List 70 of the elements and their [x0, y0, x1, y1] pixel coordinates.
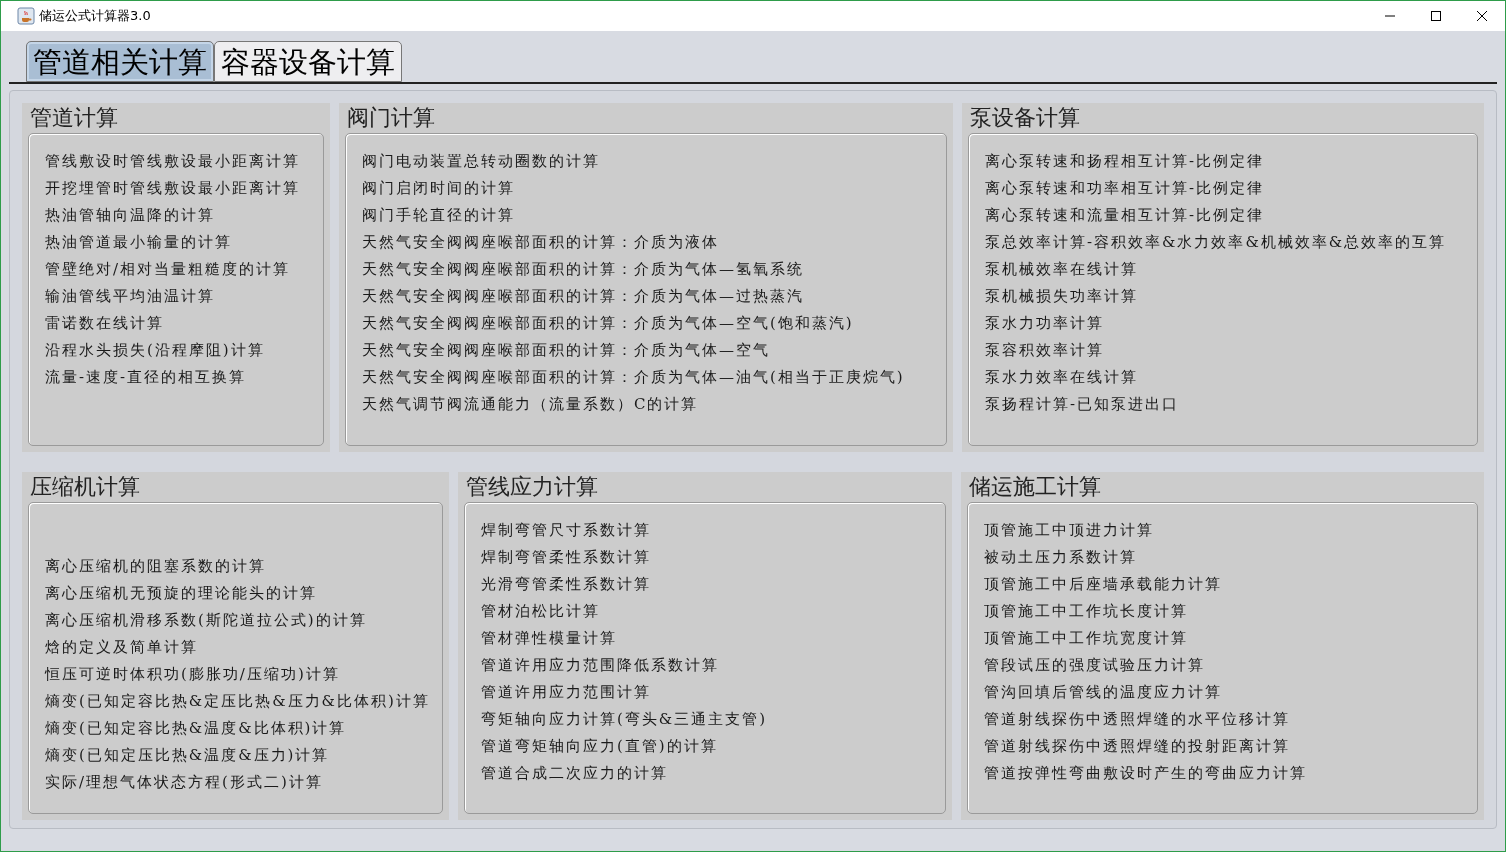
calculation-link[interactable]: 实际/理想气体状态方程(形式二)计算: [45, 768, 442, 796]
calculation-link[interactable]: 阀门启闭时间的计算: [362, 175, 946, 202]
calculation-link[interactable]: 焊制弯管柔性系数计算: [481, 543, 945, 571]
calculation-link[interactable]: 泵水力功率计算: [985, 310, 1477, 337]
calculation-link[interactable]: 离心压缩机无预旋的理论能头的计算: [45, 579, 442, 607]
panel-title: 压缩机计算: [29, 472, 141, 501]
calculation-link[interactable]: 顶管施工中工作坑长度计算: [984, 597, 1477, 625]
calculation-link[interactable]: 天然气安全阀阀座喉部面积的计算：介质为气体—空气(饱和蒸汽): [362, 310, 946, 337]
calculation-link[interactable]: 阀门手轮直径的计算: [362, 202, 946, 229]
calculation-link[interactable]: 熵变(已知定容比热&温度&比体积)计算: [45, 714, 442, 742]
calculation-link[interactable]: 管沟回填后管线的温度应力计算: [984, 678, 1477, 706]
calculation-link[interactable]: 泵总效率计算-容积效率&水力效率&机械效率&总效率的互算: [985, 229, 1477, 256]
calculation-link[interactable]: 焓的定义及简单计算: [45, 633, 442, 661]
calculation-link[interactable]: 管道按弹性弯曲敷设时产生的弯曲应力计算: [984, 759, 1477, 787]
panel-title: 泵设备计算: [969, 104, 1081, 132]
calculation-link[interactable]: 泵扬程计算-已知泵进出口: [985, 391, 1477, 418]
panel-title: 储运施工计算: [968, 472, 1102, 501]
calculation-link[interactable]: 管道射线探伤中透照焊缝的投射距离计算: [984, 732, 1477, 760]
calculation-link[interactable]: 沿程水头损失(沿程摩阻)计算: [45, 337, 323, 364]
calculation-link[interactable]: 泵水力效率在线计算: [985, 364, 1477, 391]
tab[interactable]: 容器设备计算: [214, 41, 402, 82]
calculation-link[interactable]: 雷诺数在线计算: [45, 310, 323, 337]
calculation-link[interactable]: 焊制弯管尺寸系数计算: [481, 516, 945, 544]
calculation-link[interactable]: 流量-速度-直径的相互换算: [45, 364, 323, 391]
tab[interactable]: 管道相关计算: [26, 41, 214, 82]
calculation-link[interactable]: 顶管施工中顶进力计算: [984, 516, 1477, 544]
calculation-link[interactable]: 管道许用应力范围计算: [481, 678, 945, 706]
app-icon: [17, 7, 35, 25]
panel-title: 管线应力计算: [465, 472, 599, 501]
calculation-link[interactable]: 管材弹性模量计算: [481, 624, 945, 652]
calculation-link[interactable]: 天然气安全阀阀座喉部面积的计算：介质为液体: [362, 229, 946, 256]
calculation-link[interactable]: 管段试压的强度试验压力计算: [984, 651, 1477, 679]
calculation-link[interactable]: 管道许用应力范围降低系数计算: [481, 651, 945, 679]
calculation-link[interactable]: 管壁绝对/相对当量粗糙度的计算: [45, 256, 323, 283]
calculation-link[interactable]: 熵变(已知定压比热&温度&压力)计算: [45, 741, 442, 769]
panel-title: 阀门计算: [346, 104, 436, 132]
calculation-link[interactable]: 管材泊松比计算: [481, 597, 945, 625]
calculation-link[interactable]: 天然气安全阀阀座喉部面积的计算：介质为气体—过热蒸汽: [362, 283, 946, 310]
calculation-link[interactable]: 管道合成二次应力的计算: [481, 759, 945, 787]
window-title: 储运公式计算器3.0: [39, 7, 151, 26]
calculation-link[interactable]: 阀门电动装置总转动圈数的计算: [362, 148, 946, 175]
calculation-link[interactable]: 泵机械损失功率计算: [985, 283, 1477, 310]
calculation-link[interactable]: 输油管线平均油温计算: [45, 283, 323, 310]
calculation-link[interactable]: 管线敷设时管线敷设最小距离计算: [45, 148, 323, 175]
calculation-link[interactable]: 泵机械效率在线计算: [985, 256, 1477, 283]
calculation-link[interactable]: 离心泵转速和功率相互计算-比例定律: [985, 175, 1477, 202]
panel-title: 管道计算: [29, 104, 119, 132]
calculation-link[interactable]: 被动土压力系数计算: [984, 543, 1477, 571]
calculation-link[interactable]: 天然气调节阀流通能力（流量系数）C的计算: [362, 391, 946, 418]
calculation-link[interactable]: 天然气安全阀阀座喉部面积的计算：介质为气体—油气(相当于正庚烷气): [362, 364, 946, 391]
calculation-link[interactable]: 管道射线探伤中透照焊缝的水平位移计算: [984, 705, 1477, 733]
calculation-link[interactable]: 管道弯矩轴向应力(直管)的计算: [481, 732, 945, 760]
calculation-link[interactable]: 泵容积效率计算: [985, 337, 1477, 364]
calculation-link[interactable]: 热油管轴向温降的计算: [45, 202, 323, 229]
calculation-link[interactable]: 天然气安全阀阀座喉部面积的计算：介质为气体—氢氧系统: [362, 256, 946, 283]
calculation-link[interactable]: 恒压可逆时体积功(膨胀功/压缩功)计算: [45, 660, 442, 688]
calculation-link[interactable]: 热油管道最小输量的计算: [45, 229, 323, 256]
calculation-link[interactable]: 顶管施工中工作坑宽度计算: [984, 624, 1477, 652]
calculation-link[interactable]: 离心泵转速和流量相互计算-比例定律: [985, 202, 1477, 229]
calculation-link[interactable]: 开挖埋管时管线敷设最小距离计算: [45, 175, 323, 202]
calculation-link[interactable]: 天然气安全阀阀座喉部面积的计算：介质为气体—空气: [362, 337, 946, 364]
calculation-link[interactable]: 光滑弯管柔性系数计算: [481, 570, 945, 598]
maximize-icon: [1431, 11, 1441, 21]
calculation-link[interactable]: 离心压缩机的阻塞系数的计算: [45, 552, 442, 580]
calculation-link[interactable]: 弯矩轴向应力计算(弯头&三通主支管): [481, 705, 945, 733]
close-icon: [1477, 11, 1487, 21]
calculation-link[interactable]: 离心泵转速和扬程相互计算-比例定律: [985, 148, 1477, 175]
calculation-link[interactable]: 熵变(已知定容比热&定压比热&压力&比体积)计算: [45, 687, 442, 715]
calculation-link[interactable]: 顶管施工中后座墙承载能力计算: [984, 570, 1477, 598]
calculation-link[interactable]: 离心压缩机滑移系数(斯陀道拉公式)的计算: [45, 606, 442, 634]
